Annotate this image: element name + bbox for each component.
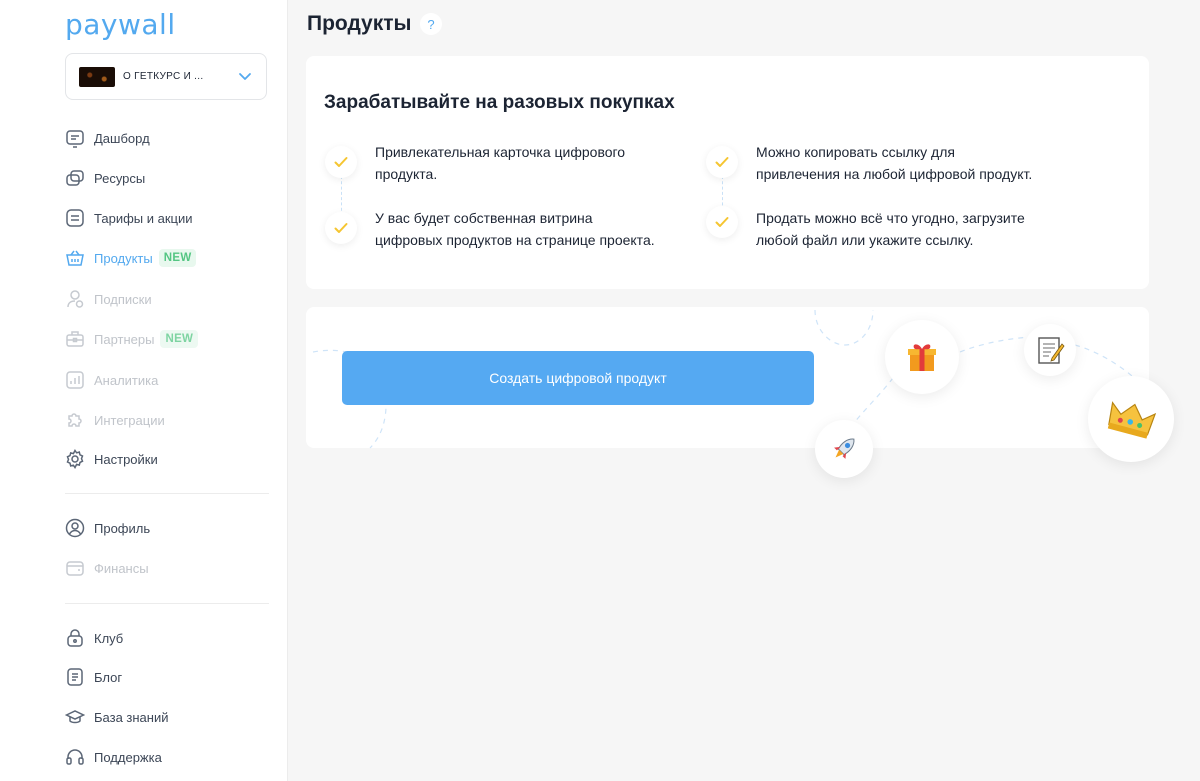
help-button[interactable]: ? xyxy=(420,13,442,35)
sidebar-divider xyxy=(65,493,269,494)
sidebar-item-label: Интеграции xyxy=(94,412,165,428)
rocket-icon xyxy=(834,438,855,459)
basket-icon xyxy=(65,248,85,268)
page-title: Продукты xyxy=(307,12,412,35)
feature-item: Можно копировать ссылку для привлечения … xyxy=(756,141,1032,185)
project-selector[interactable]: О ГЕТКУРС И ... xyxy=(65,53,267,100)
project-name: О ГЕТКУРС И ... xyxy=(123,71,204,82)
feature-item: Привлекательная карточка цифрового проду… xyxy=(375,141,625,185)
check-icon xyxy=(706,146,738,178)
memo-icon xyxy=(1038,337,1065,364)
sidebar-item-support[interactable]: Поддержка xyxy=(65,744,162,770)
partners-icon xyxy=(65,329,85,349)
feature-text-line: Продать можно всё что угодно, загрузите xyxy=(756,210,1025,226)
crown-bubble xyxy=(1088,376,1174,462)
feature-text-line: продукта. xyxy=(375,166,438,182)
check-icon xyxy=(706,206,738,238)
sidebar-item-club[interactable]: Клуб xyxy=(65,625,123,651)
sidebar-item-label: Продукты xyxy=(94,250,153,266)
tariffs-icon xyxy=(65,208,85,228)
project-thumbnail xyxy=(79,66,115,87)
sidebar-item-label: Дашборд xyxy=(94,130,150,146)
graduation-cap-icon xyxy=(65,707,85,727)
sidebar-item-partners[interactable]: Партнеры NEW xyxy=(65,326,199,352)
rocket-bubble xyxy=(815,420,873,478)
crown-icon xyxy=(1107,401,1156,439)
gift-bubble xyxy=(885,320,959,394)
sidebar-item-tariffs[interactable]: Тарифы и акции xyxy=(65,205,193,231)
profile-icon xyxy=(65,518,85,538)
sidebar-item-settings[interactable]: Настройки xyxy=(65,446,158,472)
wallet-icon xyxy=(65,558,85,578)
feature-text-line: У вас будет собственная витрина xyxy=(375,210,593,226)
paywall-logo[interactable]: paywall xyxy=(65,8,176,41)
sidebar-item-blog[interactable]: Блог xyxy=(65,664,122,690)
sidebar-item-analytics[interactable]: Аналитика xyxy=(65,367,158,393)
create-digital-product-button[interactable]: Создать цифровой продукт xyxy=(342,351,814,405)
sidebar-item-subscriptions[interactable]: Подписки xyxy=(65,286,152,312)
feature-text-line: любой файл или укажите ссылку. xyxy=(756,232,974,248)
sidebar-item-label: Партнеры xyxy=(94,331,155,347)
sidebar-item-integrations[interactable]: Интеграции xyxy=(65,407,165,433)
chevron-down-icon xyxy=(239,73,251,80)
sidebar-item-label: Ресурсы xyxy=(94,170,146,186)
puzzle-icon xyxy=(65,410,85,430)
sidebar-item-resources[interactable]: Ресурсы xyxy=(65,165,145,191)
subscriptions-icon xyxy=(65,289,85,309)
sidebar-item-profile[interactable]: Профиль xyxy=(65,515,150,541)
resources-icon xyxy=(65,168,85,188)
feature-text-line: Привлекательная карточка цифрового xyxy=(375,144,626,160)
feature-text-line: привлечения на любой цифровой продукт. xyxy=(756,166,1033,182)
sidebar-item-label: Подписки xyxy=(94,291,152,307)
sidebar-item-label: Клуб xyxy=(94,630,124,646)
gear-icon xyxy=(65,449,85,469)
headset-icon xyxy=(65,747,85,767)
sidebar-item-dashboard[interactable]: Дашборд xyxy=(65,125,150,151)
sidebar-item-label: База знаний xyxy=(94,709,169,725)
lock-icon xyxy=(65,628,85,648)
sidebar-item-label: Профиль xyxy=(94,520,151,536)
memo-bubble xyxy=(1024,324,1076,376)
new-badge: NEW xyxy=(160,330,199,348)
sidebar-item-label: Блог xyxy=(94,669,123,685)
gift-icon xyxy=(908,344,936,371)
sidebar-item-knowledge-base[interactable]: База знаний xyxy=(65,704,169,730)
sidebar-item-finance[interactable]: Финансы xyxy=(65,555,149,581)
intro-heading: Зарабатывайте на разовых покупках xyxy=(324,92,675,113)
sidebar-item-label: Поддержка xyxy=(94,749,162,765)
sidebar-item-label: Аналитика xyxy=(94,372,159,388)
analytics-icon xyxy=(65,370,85,390)
feature-text-line: Можно копировать ссылку для xyxy=(756,144,955,160)
sidebar-item-label: Финансы xyxy=(94,560,149,576)
sidebar-item-products[interactable]: Продукты NEW xyxy=(65,245,197,271)
feature-text-line: цифровых продуктов на странице проекта. xyxy=(375,232,655,248)
sidebar-item-label: Настройки xyxy=(94,451,158,467)
dashboard-icon xyxy=(65,128,85,148)
intro-card: Зарабатывайте на разовых покупках Привле… xyxy=(306,56,1149,289)
check-icon xyxy=(325,212,357,244)
sidebar-divider xyxy=(65,603,269,604)
dashed-connector xyxy=(341,176,342,216)
new-badge: NEW xyxy=(158,249,197,267)
blog-icon xyxy=(65,667,85,687)
feature-item: У вас будет собственная витрина цифровых… xyxy=(375,207,655,251)
feature-item: Продать можно всё что угодно, загрузите … xyxy=(756,207,1025,251)
check-icon xyxy=(325,146,357,178)
sidebar-item-label: Тарифы и акции xyxy=(94,210,193,226)
